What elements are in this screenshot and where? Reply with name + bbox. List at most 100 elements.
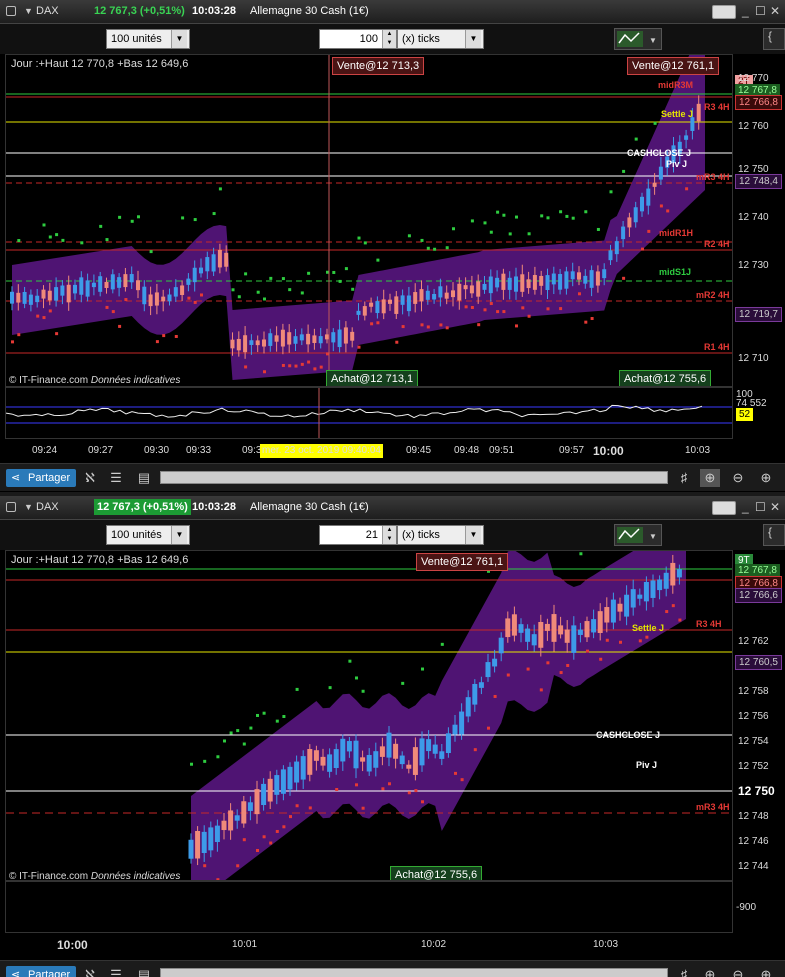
time-axis[interactable]: 09:24 09:27 09:30 09:33 09:3 09:45 09:48… xyxy=(5,439,733,463)
candle xyxy=(375,301,380,314)
oscillator-panel[interactable] xyxy=(5,881,733,933)
chart-bottom-toolbar: ⋖ Partager ℵ ☰ ▤ ♯ ⊕ ⊖ ⊕ xyxy=(0,463,785,491)
ticks-input[interactable]: 100 ▲ ▼ xyxy=(319,29,397,49)
signal-dot xyxy=(256,290,260,294)
collapse-icon: { xyxy=(768,525,773,539)
signal-dot xyxy=(361,689,365,693)
zoom-area-icon[interactable]: ⊕ xyxy=(700,966,720,977)
window-titlebar[interactable]: ▼ DAX 12 767,3 (+0,51%) 10:03:28 Allemag… xyxy=(0,496,785,520)
candle xyxy=(280,329,285,347)
symbol-label[interactable]: DAX xyxy=(36,501,59,513)
list-icon[interactable]: ☰ xyxy=(106,966,126,977)
side-panel-toggle[interactable]: { xyxy=(763,28,785,50)
signal-dot xyxy=(269,841,273,845)
zoom-out-icon[interactable]: ⊖ xyxy=(728,966,748,977)
achat-order-1[interactable]: Achat@12 755,6 xyxy=(390,866,483,880)
indicator-menu-button[interactable]: ▼ xyxy=(614,524,662,546)
candle-type-icon[interactable]: ♯ xyxy=(674,966,694,977)
signal-dot xyxy=(584,210,588,214)
share-button[interactable]: ⋖ Partager xyxy=(6,966,77,977)
signal-dot xyxy=(289,815,292,819)
candle xyxy=(412,747,418,775)
candle xyxy=(199,267,203,274)
candle xyxy=(459,711,465,735)
candlestick-chart[interactable] xyxy=(6,551,733,881)
list-icon[interactable]: ☰ xyxy=(106,469,126,487)
bollinger-band xyxy=(12,55,705,380)
zoom-in-icon[interactable]: ⊕ xyxy=(756,966,776,977)
close-icon[interactable]: ✕ xyxy=(770,500,780,514)
signal-dot xyxy=(282,715,286,718)
keyboard-icon[interactable] xyxy=(712,5,736,19)
candle xyxy=(154,292,159,306)
candle xyxy=(439,751,445,759)
zoom-in-icon[interactable]: ⊕ xyxy=(756,469,776,487)
maximize-icon[interactable]: ☐ xyxy=(755,500,766,514)
achat-order-2[interactable]: Achat@12 755,6 xyxy=(619,370,712,386)
time-scrollbar[interactable] xyxy=(160,471,668,484)
zoom-out-icon[interactable]: ⊖ xyxy=(728,469,748,487)
signal-dot xyxy=(685,187,689,191)
units-select[interactable]: 100 unités ▼ xyxy=(106,29,190,49)
candle xyxy=(438,286,443,298)
candle xyxy=(201,831,207,854)
vente-order-1[interactable]: Vente@12 713,3 xyxy=(332,57,425,75)
symbol-label[interactable]: DAX xyxy=(36,5,59,17)
spinner-icon[interactable]: ▲ ▼ xyxy=(382,526,396,544)
candle xyxy=(148,294,153,307)
price-tag: 12 748,4 xyxy=(735,174,782,189)
signal-dot xyxy=(647,229,651,233)
time-scrollbar[interactable] xyxy=(160,968,668,977)
share-button[interactable]: ⋖ Partager xyxy=(6,469,77,487)
draw-tool-icon[interactable]: ℵ xyxy=(80,966,100,977)
candle xyxy=(624,594,630,617)
oscillator-panel[interactable] xyxy=(5,387,733,439)
chevron-down-icon[interactable]: ▼ xyxy=(24,502,33,512)
side-panel-toggle[interactable]: { xyxy=(763,524,785,546)
candle xyxy=(646,188,651,206)
candle xyxy=(104,281,109,288)
achat-order-1[interactable]: Achat@12 713,1 xyxy=(326,370,419,386)
candle xyxy=(663,572,669,589)
signal-dot xyxy=(578,292,581,296)
ticks-mode-select[interactable]: (x) ticks ▼ xyxy=(397,29,484,49)
signal-dot xyxy=(454,771,457,775)
share-icon: ⋖ xyxy=(11,969,21,977)
window-menu-icon[interactable] xyxy=(6,6,16,16)
vente-order-1[interactable]: Vente@12 761,1 xyxy=(416,553,509,571)
depth-icon[interactable]: ▤ xyxy=(134,469,154,487)
x-tick: 09:51 xyxy=(489,445,515,456)
keyboard-icon[interactable] xyxy=(712,501,736,515)
vente-order-2[interactable]: Vente@12 761,1 xyxy=(627,57,720,75)
window-menu-icon[interactable] xyxy=(6,502,16,512)
price-chart[interactable]: Jour :+Haut 12 770,8 +Bas 12 649,6 Vente… xyxy=(5,54,733,387)
minimize-icon[interactable]: _ xyxy=(742,4,749,18)
signal-dot xyxy=(508,232,512,236)
candle-type-icon[interactable]: ♯ xyxy=(674,469,694,487)
maximize-icon[interactable]: ☐ xyxy=(755,4,766,18)
depth-icon[interactable]: ▤ xyxy=(134,966,154,977)
ticks-input[interactable]: 21 ▲ ▼ xyxy=(319,525,397,545)
window-titlebar[interactable]: ▼ DAX 12 767,3 (+0,51%) 10:03:28 Allemag… xyxy=(0,0,785,24)
chevron-down-icon[interactable]: ▼ xyxy=(24,6,33,16)
close-icon[interactable]: ✕ xyxy=(770,4,780,18)
candle xyxy=(591,619,597,633)
candle xyxy=(472,683,478,705)
signal-dot xyxy=(426,246,430,250)
chart-window-2: ▼ DAX 12 767,3 (+0,51%) 10:03:28 Allemag… xyxy=(0,496,785,977)
price-chart[interactable]: Jour :+Haut 12 770,8 +Bas 12 649,6 Vente… xyxy=(5,550,733,881)
minimize-icon[interactable]: _ xyxy=(742,500,749,514)
price-axis[interactable]: 9T 12 767,8 12 766,8 12 766,6 12 762 12 … xyxy=(733,550,785,881)
time-axis[interactable]: 10:00 10:01 10:02 10:03 xyxy=(5,933,733,957)
indicator-menu-button[interactable]: ▼ xyxy=(614,28,662,50)
ticks-mode-select[interactable]: (x) ticks ▼ xyxy=(397,525,484,545)
zoom-area-icon[interactable]: ⊕ xyxy=(700,469,720,487)
price-axis[interactable]: 2T 12 770 12 767,8 12 766,8 12 760 12 75… xyxy=(733,54,785,387)
candle xyxy=(186,278,191,285)
candlestick-chart[interactable] xyxy=(6,55,733,387)
candle xyxy=(650,580,656,598)
units-select[interactable]: 100 unités ▼ xyxy=(106,525,190,545)
candle xyxy=(444,292,449,299)
draw-tool-icon[interactable]: ℵ xyxy=(80,469,100,487)
spinner-icon[interactable]: ▲ ▼ xyxy=(382,30,396,48)
